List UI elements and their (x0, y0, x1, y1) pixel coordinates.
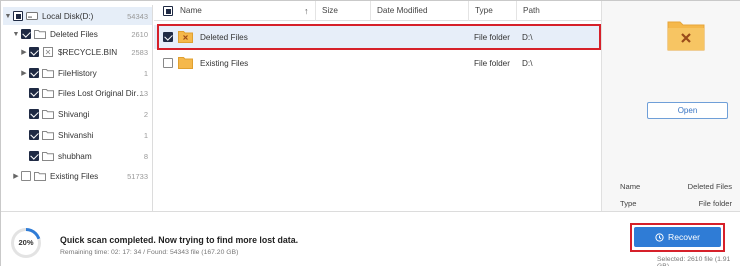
expand-arrow-icon[interactable]: ▶ (11, 172, 21, 180)
tree-checkbox[interactable] (29, 88, 39, 98)
folder-icon (178, 56, 193, 71)
tree-item-label: Shivanshi (58, 130, 94, 140)
tree-checkbox[interactable] (29, 130, 39, 140)
folder-icon (42, 130, 54, 140)
folder-icon (42, 68, 54, 78)
tree-item-filehistory[interactable]: ▶ FileHistory 1 (19, 64, 152, 82)
column-name[interactable]: Name (174, 1, 316, 21)
folder-tree: ▼ Local Disk(D:) 54343 ▼ Deleted Files 2… (3, 5, 153, 211)
column-path[interactable]: Path (516, 1, 601, 21)
tree-checkbox[interactable] (29, 109, 39, 119)
folder-icon (42, 151, 54, 161)
detail-type-row: Type File folder (620, 199, 732, 208)
tree-item-files-lost[interactable]: Files Lost Original Direct... 13 (29, 84, 152, 102)
tree-item-label: Deleted Files (50, 29, 98, 39)
tree-item-count: 1 (143, 130, 148, 140)
details-panel: Open Name Deleted Files Type File folder (601, 1, 740, 211)
tree-checkbox[interactable] (29, 47, 39, 57)
row-name: Existing Files (200, 58, 249, 68)
selected-summary: Selected: 2610 file (1.91 GB) (657, 256, 731, 266)
tree-item-label: shubham (58, 151, 92, 161)
table-row[interactable]: Existing Files File folder D:\ (154, 51, 601, 75)
app-window: ▼ Local Disk(D:) 54343 ▼ Deleted Files 2… (0, 0, 740, 266)
tree-checkbox[interactable] (29, 151, 39, 161)
tree-checkbox[interactable] (29, 68, 39, 78)
tree-item-count: 2583 (131, 47, 148, 57)
column-size[interactable]: Size (315, 1, 373, 21)
tree-item-count: 51733 (127, 171, 148, 181)
tree-item-existing-files[interactable]: ▶ Existing Files 51733 (11, 167, 152, 185)
tree-item-label: Files Lost Original Direct... (58, 88, 148, 98)
detail-type-label: Type (620, 199, 637, 208)
tree-checkbox[interactable] (21, 171, 31, 181)
tree-item-label: Existing Files (50, 171, 99, 181)
tree-checkbox[interactable] (21, 29, 31, 39)
tree-item-count: 8 (143, 151, 148, 161)
tree-item-shivangi[interactable]: Shivangi 2 (29, 105, 152, 123)
tree-item-label: $RECYCLE.BIN (58, 47, 118, 57)
detail-name-row: Name Deleted Files (620, 182, 732, 191)
tree-item-label: Local Disk(D:) (42, 11, 94, 21)
tree-item-shivanshi[interactable]: Shivanshi 1 (29, 126, 152, 144)
expand-arrow-icon[interactable]: ▼ (3, 13, 13, 20)
recover-highlight-box (630, 223, 725, 252)
tree-item-count: 2 (143, 109, 148, 119)
scan-status-details: Remaining time: 02: 17: 34 / Found: 5434… (60, 249, 239, 256)
row-type: File folder (474, 58, 510, 68)
folder-icon (42, 88, 54, 98)
progress-percent: 20% (14, 231, 38, 255)
folder-icon (42, 109, 54, 119)
detail-name-value: Deleted Files (687, 182, 732, 191)
tree-checkbox[interactable] (13, 11, 23, 21)
folder-icon (34, 171, 46, 181)
status-bar: 20% Quick scan completed. Now trying to … (1, 211, 740, 266)
tree-item-label: FileHistory (58, 68, 97, 78)
recycle-bin-icon (42, 47, 54, 57)
deleted-folder-preview-icon (667, 19, 705, 53)
drive-icon (26, 11, 38, 21)
file-list: Name ↑ Size Date Modified Type Path Dele… (154, 1, 601, 211)
scan-progress-ring: 20% (11, 228, 41, 258)
deleted-folder-icon (34, 29, 46, 39)
detail-name-label: Name (620, 182, 641, 191)
expand-arrow-icon[interactable]: ▶ (19, 48, 29, 56)
expand-arrow-icon[interactable]: ▶ (19, 69, 29, 77)
tree-item-count: 1 (143, 68, 148, 78)
expand-arrow-icon[interactable]: ▼ (11, 31, 21, 38)
sort-ascending-icon[interactable]: ↑ (304, 1, 309, 21)
column-date-modified[interactable]: Date Modified (370, 1, 470, 21)
tree-item-recycle-bin[interactable]: ▶ $RECYCLE.BIN 2583 (19, 43, 152, 61)
tree-item-count: 2610 (131, 29, 148, 39)
tree-item-label: Shivangi (58, 109, 90, 119)
tree-item-deleted-files[interactable]: ▼ Deleted Files 2610 (11, 25, 152, 43)
detail-type-value: File folder (698, 199, 732, 208)
tree-item-local-disk[interactable]: ▼ Local Disk(D:) 54343 (3, 7, 152, 25)
tree-item-count: 54343 (127, 11, 148, 21)
open-button[interactable]: Open (647, 102, 728, 119)
scan-status-message: Quick scan completed. Now trying to find… (60, 235, 299, 245)
column-type[interactable]: Type (468, 1, 518, 21)
row-path: D:\ (522, 58, 533, 68)
tree-item-count: 13 (139, 88, 148, 98)
tree-item-shubham[interactable]: shubham 8 (29, 147, 152, 165)
row-checkbox[interactable] (163, 58, 173, 68)
list-header: Name ↑ Size Date Modified Type Path (154, 1, 601, 21)
select-all-checkbox[interactable] (163, 6, 173, 16)
highlight-box (157, 24, 601, 50)
